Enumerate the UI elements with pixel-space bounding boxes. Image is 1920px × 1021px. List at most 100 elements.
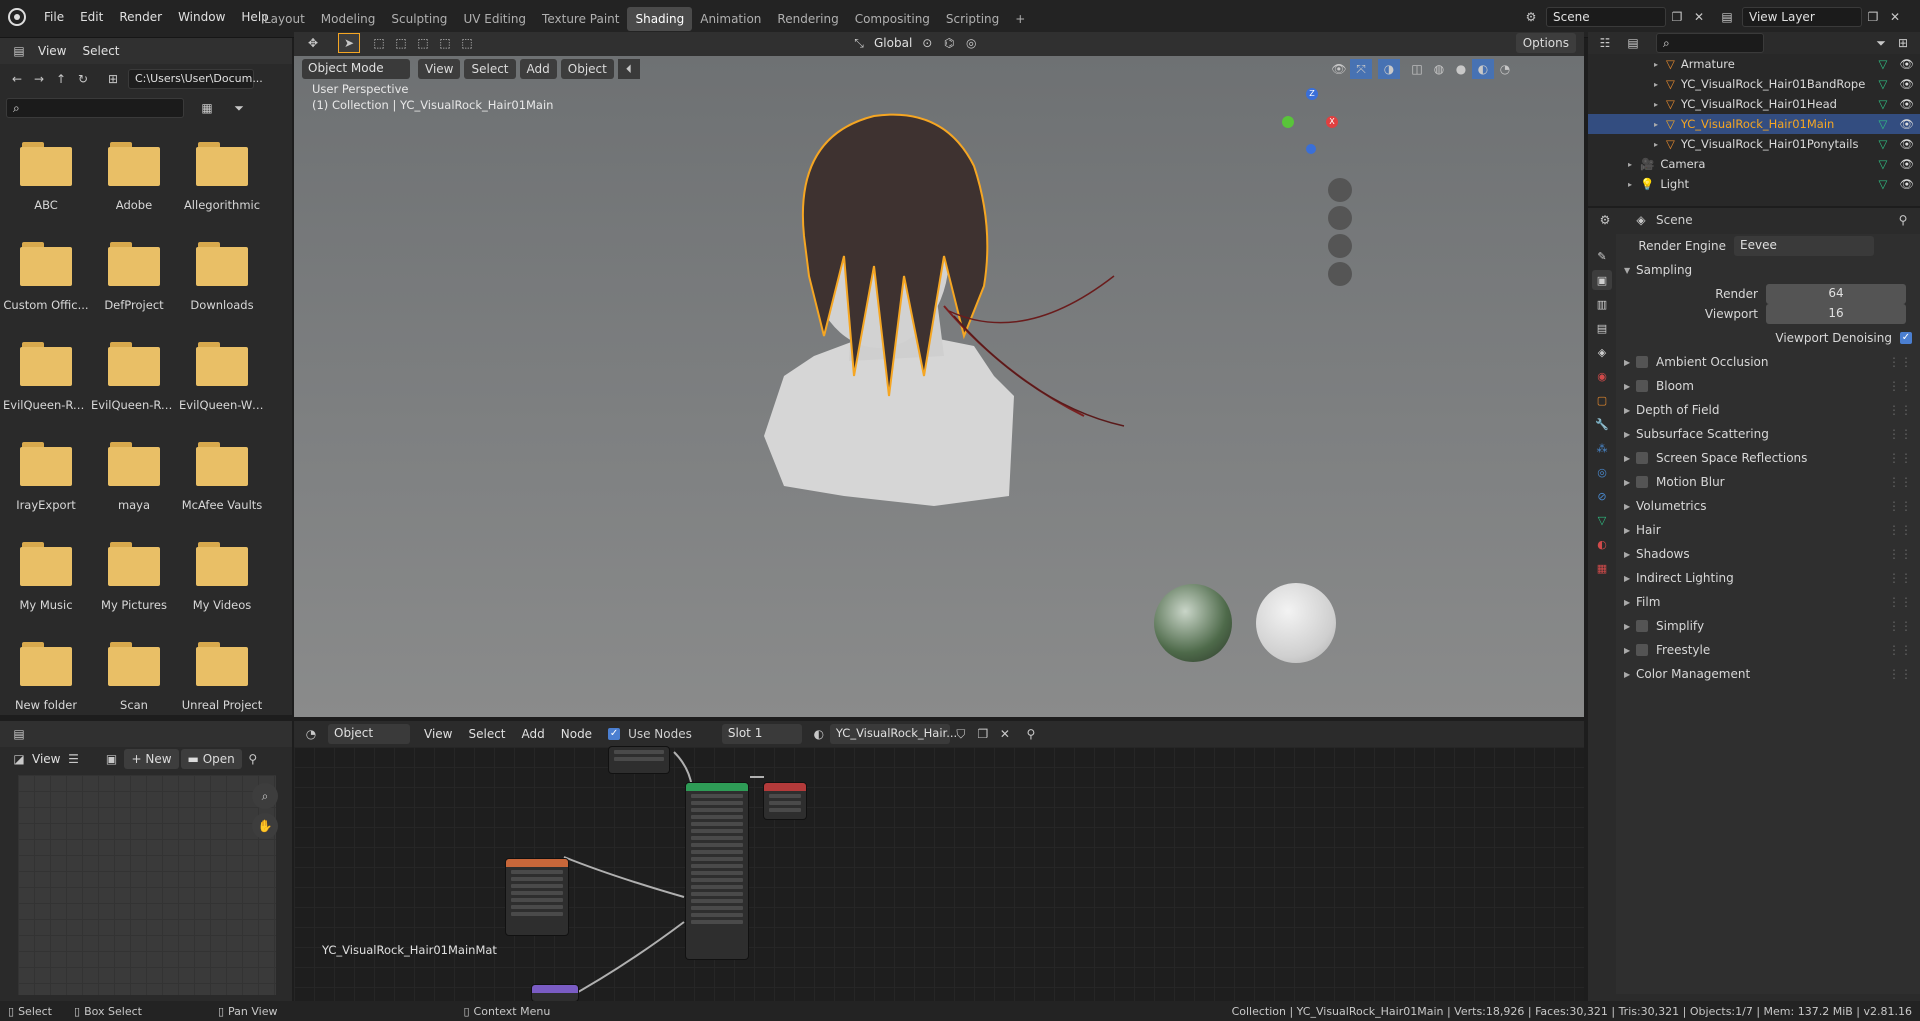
close-scene-icon[interactable]: ✕	[1688, 7, 1710, 27]
drag-handle-icon[interactable]: ⋮⋮	[1888, 571, 1912, 585]
hand-pan-icon[interactable]: ✋	[252, 813, 278, 839]
panel-screen-space-reflections[interactable]: ▶ Screen Space Reflections ⋮⋮	[1616, 446, 1920, 470]
expand-triangle-icon[interactable]: ▸	[1654, 100, 1666, 109]
x-axis-icon[interactable]: X	[1326, 116, 1338, 128]
folder-item[interactable]: DefProject	[90, 226, 178, 326]
physics-tab-icon[interactable]: ◎	[1592, 462, 1612, 482]
partial-node[interactable]	[532, 985, 578, 1001]
z-axis-icon[interactable]: Z	[1306, 88, 1318, 100]
drag-handle-icon[interactable]: ⋮⋮	[1888, 427, 1912, 441]
workspace-tab-scripting[interactable]: Scripting	[938, 7, 1007, 31]
node-select-menu[interactable]: Select	[460, 722, 513, 746]
ortho-toggle-icon[interactable]	[1328, 262, 1352, 286]
select-subtract-icon[interactable]: ⬚	[412, 33, 434, 53]
pin-icon[interactable]: ⚲	[242, 749, 264, 769]
outliner-filter-icon[interactable]: ⏷	[1870, 33, 1892, 53]
proportional-icon[interactable]: ◎	[960, 33, 982, 53]
folder-item[interactable]: Downloads	[178, 226, 266, 326]
workspace-tab-shading[interactable]: Shading	[627, 7, 693, 31]
drag-handle-icon[interactable]: ⋮⋮	[1888, 523, 1912, 537]
eye-icon[interactable]: 👁	[1899, 77, 1914, 91]
panel-simplify[interactable]: ▶ Simplify ⋮⋮	[1616, 614, 1920, 638]
panel-enable-checkbox[interactable]	[1636, 476, 1648, 488]
drag-handle-icon[interactable]: ⋮⋮	[1888, 403, 1912, 417]
options-button[interactable]: Options	[1515, 33, 1576, 53]
folder-item[interactable]: My Pictures	[90, 526, 178, 626]
close-view-layer-icon[interactable]: ✕	[1884, 7, 1906, 27]
drag-handle-icon[interactable]: ⋮⋮	[1888, 355, 1912, 369]
constraints-tab-icon[interactable]: ⊘	[1592, 486, 1612, 506]
outliner-item[interactable]: ▸ ▽ Armature ▽ 👁	[1588, 54, 1920, 74]
select-box-icon[interactable]: ⬚	[368, 33, 390, 53]
folder-item[interactable]: My Videos	[178, 526, 266, 626]
material-name-field[interactable]: YC_VisualRock_Hair...	[829, 724, 957, 744]
panel-enable-checkbox[interactable]	[1636, 356, 1648, 368]
node-editor-type-icon[interactable]: ◔	[300, 724, 322, 744]
image-browse-icon[interactable]: ▣	[100, 749, 122, 769]
wireframe-shading-icon[interactable]: ◍	[1428, 59, 1450, 79]
eye-icon[interactable]: 👁	[1899, 57, 1914, 71]
fb-search-input[interactable]: ⌕	[6, 98, 184, 118]
expand-triangle-icon[interactable]: ▸	[1628, 160, 1640, 169]
folder-item[interactable]: Unreal Project	[178, 626, 266, 726]
material-output-node[interactable]	[764, 783, 806, 819]
panel-depth-of-field[interactable]: ▶ Depth of Field ⋮⋮	[1616, 398, 1920, 422]
folder-item[interactable]: EvilQueen-Re...	[90, 326, 178, 426]
outliner-search-input[interactable]: ⌕	[1656, 33, 1764, 53]
workspace-tab-rendering[interactable]: Rendering	[769, 7, 846, 31]
output-tab-icon[interactable]: ▥	[1592, 294, 1612, 314]
overlay-icon[interactable]: ◑	[1378, 59, 1400, 79]
visibility-icon[interactable]: 👁	[1328, 59, 1350, 79]
panel-film[interactable]: ▶ Film ⋮⋮	[1616, 590, 1920, 614]
expand-triangle-icon[interactable]: ▸	[1654, 60, 1666, 69]
new-folder-icon[interactable]: ⊞	[102, 69, 124, 89]
expand-triangle-icon[interactable]: ▸	[1654, 80, 1666, 89]
drag-handle-icon[interactable]: ⋮⋮	[1888, 379, 1912, 393]
properties-type-icon[interactable]: ⚙	[1594, 210, 1616, 230]
parent-dir-icon[interactable]: ↑	[50, 69, 72, 89]
workspace-tab-compositing[interactable]: Compositing	[847, 7, 938, 31]
drag-handle-icon[interactable]: ⋮⋮	[1888, 667, 1912, 681]
panel-color-management[interactable]: ▶ Color Management ⋮⋮	[1616, 662, 1920, 686]
gizmo-icon[interactable]: ⤧	[1350, 59, 1372, 79]
menu-render[interactable]: Render	[111, 5, 170, 29]
menu-window[interactable]: Window	[170, 5, 233, 29]
workspace-tab-modeling[interactable]: Modeling	[313, 7, 384, 31]
object-tab-icon[interactable]: ▢	[1592, 390, 1612, 410]
hamburger-icon[interactable]: ☰	[62, 749, 84, 769]
image-view-menu[interactable]: View	[30, 747, 62, 771]
xray-icon[interactable]: ◫	[1406, 59, 1428, 79]
transform-orientation[interactable]: Global	[870, 31, 916, 55]
node-canvas[interactable]: YC_VisualRock_Hair01MainMat	[294, 747, 1584, 1001]
folder-item[interactable]: New folder	[2, 626, 90, 726]
folder-item[interactable]: EvilQueen-Wi...	[178, 326, 266, 426]
zoom-icon[interactable]: ⌕	[252, 783, 278, 809]
viewport-object-menu[interactable]: Object	[560, 59, 614, 79]
panel-enable-checkbox[interactable]	[1636, 380, 1648, 392]
view-layer-selector[interactable]: View Layer	[1742, 7, 1862, 27]
panel-volumetrics[interactable]: ▶ Volumetrics ⋮⋮	[1616, 494, 1920, 518]
drag-handle-icon[interactable]: ⋮⋮	[1888, 499, 1912, 513]
drag-handle-icon[interactable]: ⋮⋮	[1888, 643, 1912, 657]
eye-icon[interactable]: 👁	[1899, 157, 1914, 171]
data-tab-icon[interactable]: ▽	[1592, 510, 1612, 530]
filter-icon[interactable]: ⏷	[228, 98, 250, 118]
y-axis-icon[interactable]	[1282, 116, 1294, 128]
node-view-menu[interactable]: View	[416, 722, 460, 746]
display-mode-icon[interactable]: ▦	[196, 98, 218, 118]
scene-icon[interactable]: ⚙	[1520, 7, 1542, 27]
image-canvas[interactable]	[18, 775, 276, 995]
select-intersect-icon[interactable]: ⬚	[456, 33, 478, 53]
duplicate-material-icon[interactable]: ❐	[972, 724, 994, 744]
viewport-view-menu[interactable]: View	[418, 59, 461, 79]
workspace-tab-texture-paint[interactable]: Texture Paint	[534, 7, 627, 31]
render-samples-field[interactable]: 64	[1766, 284, 1906, 304]
viewport-select-menu[interactable]: Select	[464, 59, 516, 79]
eye-icon[interactable]: 👁	[1899, 117, 1914, 131]
unlink-material-icon[interactable]: ✕	[994, 724, 1016, 744]
eye-icon[interactable]: 👁	[1899, 137, 1914, 151]
sampling-panel-header[interactable]: ▼ Sampling	[1616, 258, 1920, 282]
add-workspace-icon[interactable]: +	[1007, 7, 1033, 31]
outliner-item[interactable]: ▸ ▽ YC_VisualRock_Hair01BandRope ▽ 👁	[1588, 74, 1920, 94]
slot-selector[interactable]: Slot 1	[721, 724, 802, 744]
